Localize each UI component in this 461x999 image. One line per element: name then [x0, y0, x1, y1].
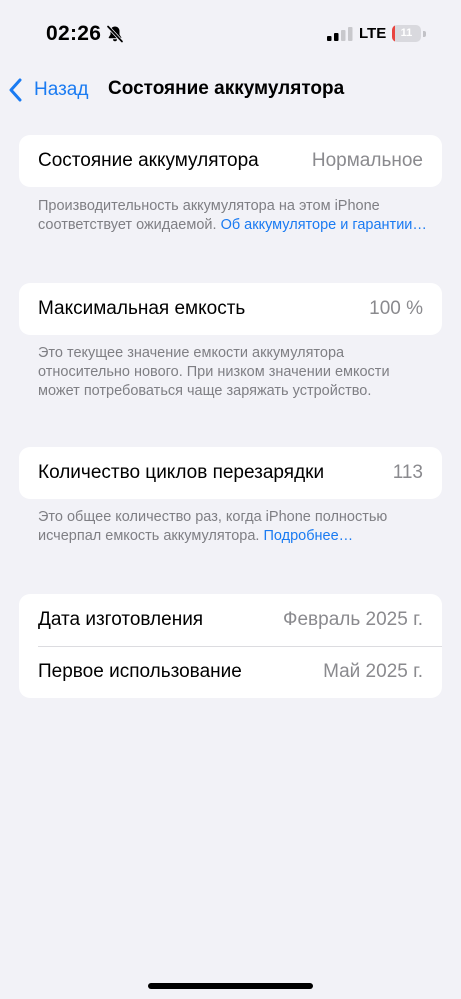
capacity-row: Максимальная емкость 100 %: [19, 283, 442, 335]
bell-slash-icon: [106, 25, 124, 43]
learn-more-link[interactable]: Подробнее…: [263, 528, 353, 544]
health-card: Состояние аккумулятора Нормальное: [19, 135, 442, 187]
battery-icon: 11: [392, 25, 426, 42]
chevron-left-icon: [9, 78, 22, 102]
manufacture-date-value: Февраль 2025 г.: [283, 609, 423, 630]
status-time: 02:26: [46, 22, 102, 45]
navigation-bar: Назад Состояние аккумулятора: [0, 70, 461, 110]
capacity-label: Максимальная емкость: [38, 298, 246, 319]
capacity-card: Максимальная емкость 100 %: [19, 283, 442, 335]
manufacture-date-label: Дата изготовления: [38, 609, 204, 630]
cycles-card: Количество циклов перезарядки 113: [19, 447, 442, 499]
battery-body: 11: [392, 25, 421, 42]
first-use-label: Первое использование: [38, 661, 242, 682]
health-row[interactable]: Состояние аккумулятора Нормальное: [19, 135, 442, 187]
battery-tip: [423, 31, 426, 37]
health-footnote: Производительность аккумулятора на этом …: [38, 197, 430, 235]
cellular-signal-icon: [327, 27, 353, 41]
capacity-note: Это текущее значение емкости аккумулятор…: [38, 345, 390, 399]
health-value: Нормальное: [311, 150, 423, 171]
dates-card: Дата изготовления Февраль 2025 г. Первое…: [19, 594, 442, 698]
status-bar: 02:26 LTE 11: [0, 0, 461, 60]
battery-level: 11: [400, 27, 413, 39]
cycles-label: Количество циклов перезарядки: [38, 462, 325, 483]
capacity-footnote: Это текущее значение емкости аккумулятор…: [38, 344, 430, 401]
cycles-row: Количество циклов перезарядки 113: [19, 447, 442, 499]
home-indicator[interactable]: [148, 983, 313, 989]
capacity-value: 100 %: [369, 298, 423, 319]
cycles-footnote: Это общее количество раз, когда iPhone п…: [38, 508, 430, 546]
network-type: LTE: [359, 25, 387, 42]
health-label: Состояние аккумулятора: [38, 150, 259, 171]
back-button[interactable]: Назад: [8, 74, 88, 106]
manufacture-date-row: Дата изготовления Февраль 2025 г.: [19, 594, 442, 647]
first-use-value: Май 2025 г.: [323, 661, 423, 682]
back-label: Назад: [34, 79, 89, 100]
cycles-value: 113: [392, 462, 423, 483]
page-title: Состояние аккумулятора: [108, 78, 345, 99]
battery-warranty-link[interactable]: Об аккумуляторе и гарантии…: [221, 217, 427, 233]
first-use-row: Первое использование Май 2025 г.: [19, 646, 442, 698]
